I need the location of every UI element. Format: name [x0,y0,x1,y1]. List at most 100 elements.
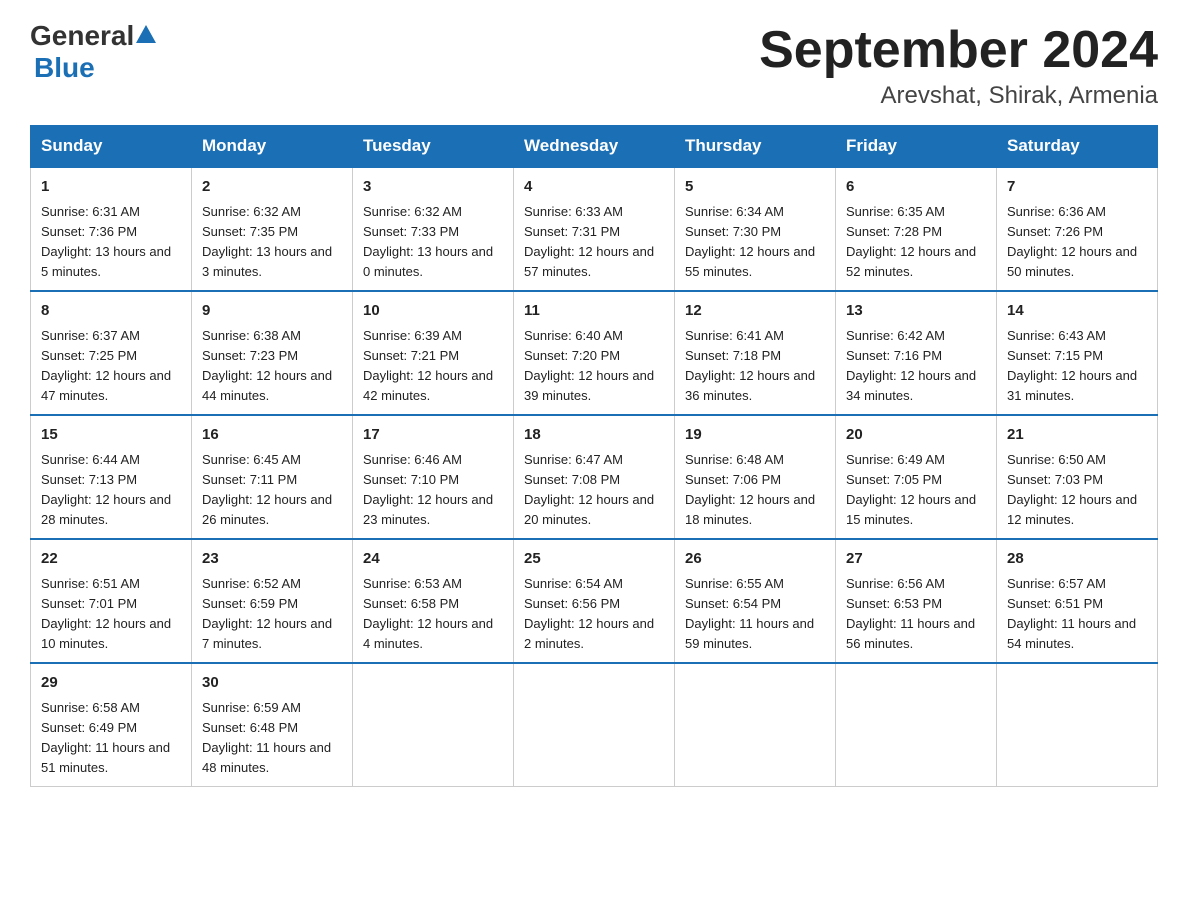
day-cell-1: 1 Sunrise: 6:31 AMSunset: 7:36 PMDayligh… [31,167,192,291]
day-info: Sunrise: 6:39 AMSunset: 7:21 PMDaylight:… [363,328,493,403]
day-cell-24: 24 Sunrise: 6:53 AMSunset: 6:58 PMDaylig… [353,539,514,663]
day-info: Sunrise: 6:57 AMSunset: 6:51 PMDaylight:… [1007,576,1136,651]
day-number: 12 [685,300,825,323]
day-number: 7 [1007,176,1147,199]
weekday-header-row: Sunday Monday Tuesday Wednesday Thursday… [31,126,1158,168]
day-info: Sunrise: 6:44 AMSunset: 7:13 PMDaylight:… [41,452,171,527]
empty-cell-w4-d5 [836,663,997,787]
calendar-table: Sunday Monday Tuesday Wednesday Thursday… [30,125,1158,787]
day-cell-27: 27 Sunrise: 6:56 AMSunset: 6:53 PMDaylig… [836,539,997,663]
logo-general-text: General [30,20,134,52]
day-info: Sunrise: 6:42 AMSunset: 7:16 PMDaylight:… [846,328,976,403]
day-cell-6: 6 Sunrise: 6:35 AMSunset: 7:28 PMDayligh… [836,167,997,291]
day-cell-18: 18 Sunrise: 6:47 AMSunset: 7:08 PMDaylig… [514,415,675,539]
day-info: Sunrise: 6:51 AMSunset: 7:01 PMDaylight:… [41,576,171,651]
day-info: Sunrise: 6:55 AMSunset: 6:54 PMDaylight:… [685,576,814,651]
day-number: 23 [202,548,342,571]
day-number: 25 [524,548,664,571]
header-friday: Friday [836,126,997,168]
day-info: Sunrise: 6:53 AMSunset: 6:58 PMDaylight:… [363,576,493,651]
day-number: 29 [41,672,181,695]
page-title-block: September 2024 Arevshat, Shirak, Armenia [759,20,1158,110]
day-number: 28 [1007,548,1147,571]
day-info: Sunrise: 6:59 AMSunset: 6:48 PMDaylight:… [202,700,331,775]
week-row-3: 15 Sunrise: 6:44 AMSunset: 7:13 PMDaylig… [31,415,1158,539]
day-number: 24 [363,548,503,571]
day-number: 21 [1007,424,1147,447]
day-info: Sunrise: 6:43 AMSunset: 7:15 PMDaylight:… [1007,328,1137,403]
day-number: 4 [524,176,664,199]
day-cell-26: 26 Sunrise: 6:55 AMSunset: 6:54 PMDaylig… [675,539,836,663]
location-subtitle: Arevshat, Shirak, Armenia [759,82,1158,110]
day-info: Sunrise: 6:56 AMSunset: 6:53 PMDaylight:… [846,576,975,651]
day-info: Sunrise: 6:37 AMSunset: 7:25 PMDaylight:… [41,328,171,403]
day-cell-10: 10 Sunrise: 6:39 AMSunset: 7:21 PMDaylig… [353,291,514,415]
day-number: 16 [202,424,342,447]
day-cell-5: 5 Sunrise: 6:34 AMSunset: 7:30 PMDayligh… [675,167,836,291]
day-cell-23: 23 Sunrise: 6:52 AMSunset: 6:59 PMDaylig… [192,539,353,663]
day-info: Sunrise: 6:34 AMSunset: 7:30 PMDaylight:… [685,204,815,279]
header-wednesday: Wednesday [514,126,675,168]
day-info: Sunrise: 6:41 AMSunset: 7:18 PMDaylight:… [685,328,815,403]
day-cell-8: 8 Sunrise: 6:37 AMSunset: 7:25 PMDayligh… [31,291,192,415]
day-number: 8 [41,300,181,323]
header-tuesday: Tuesday [353,126,514,168]
day-cell-14: 14 Sunrise: 6:43 AMSunset: 7:15 PMDaylig… [997,291,1158,415]
day-info: Sunrise: 6:32 AMSunset: 7:35 PMDaylight:… [202,204,332,279]
day-cell-13: 13 Sunrise: 6:42 AMSunset: 7:16 PMDaylig… [836,291,997,415]
month-year-title: September 2024 [759,20,1158,80]
day-number: 22 [41,548,181,571]
day-info: Sunrise: 6:45 AMSunset: 7:11 PMDaylight:… [202,452,332,527]
day-number: 9 [202,300,342,323]
day-cell-7: 7 Sunrise: 6:36 AMSunset: 7:26 PMDayligh… [997,167,1158,291]
day-info: Sunrise: 6:52 AMSunset: 6:59 PMDaylight:… [202,576,332,651]
day-cell-19: 19 Sunrise: 6:48 AMSunset: 7:06 PMDaylig… [675,415,836,539]
day-info: Sunrise: 6:47 AMSunset: 7:08 PMDaylight:… [524,452,654,527]
empty-cell-w4-d4 [675,663,836,787]
day-number: 18 [524,424,664,447]
day-number: 17 [363,424,503,447]
day-number: 14 [1007,300,1147,323]
empty-cell-w4-d3 [514,663,675,787]
day-number: 20 [846,424,986,447]
header-sunday: Sunday [31,126,192,168]
day-number: 6 [846,176,986,199]
day-info: Sunrise: 6:38 AMSunset: 7:23 PMDaylight:… [202,328,332,403]
header-monday: Monday [192,126,353,168]
day-number: 5 [685,176,825,199]
week-row-4: 22 Sunrise: 6:51 AMSunset: 7:01 PMDaylig… [31,539,1158,663]
day-cell-15: 15 Sunrise: 6:44 AMSunset: 7:13 PMDaylig… [31,415,192,539]
day-info: Sunrise: 6:46 AMSunset: 7:10 PMDaylight:… [363,452,493,527]
day-cell-12: 12 Sunrise: 6:41 AMSunset: 7:18 PMDaylig… [675,291,836,415]
logo-blue-text: Blue [34,52,95,84]
day-number: 19 [685,424,825,447]
day-info: Sunrise: 6:49 AMSunset: 7:05 PMDaylight:… [846,452,976,527]
day-cell-11: 11 Sunrise: 6:40 AMSunset: 7:20 PMDaylig… [514,291,675,415]
day-cell-22: 22 Sunrise: 6:51 AMSunset: 7:01 PMDaylig… [31,539,192,663]
day-info: Sunrise: 6:50 AMSunset: 7:03 PMDaylight:… [1007,452,1137,527]
page-header: General Blue September 2024 Arevshat, Sh… [30,20,1158,110]
day-info: Sunrise: 6:40 AMSunset: 7:20 PMDaylight:… [524,328,654,403]
day-cell-30: 30 Sunrise: 6:59 AMSunset: 6:48 PMDaylig… [192,663,353,787]
day-cell-20: 20 Sunrise: 6:49 AMSunset: 7:05 PMDaylig… [836,415,997,539]
day-info: Sunrise: 6:58 AMSunset: 6:49 PMDaylight:… [41,700,170,775]
day-number: 26 [685,548,825,571]
day-number: 11 [524,300,664,323]
day-cell-29: 29 Sunrise: 6:58 AMSunset: 6:49 PMDaylig… [31,663,192,787]
day-number: 27 [846,548,986,571]
day-info: Sunrise: 6:35 AMSunset: 7:28 PMDaylight:… [846,204,976,279]
day-info: Sunrise: 6:48 AMSunset: 7:06 PMDaylight:… [685,452,815,527]
week-row-1: 1 Sunrise: 6:31 AMSunset: 7:36 PMDayligh… [31,167,1158,291]
day-info: Sunrise: 6:36 AMSunset: 7:26 PMDaylight:… [1007,204,1137,279]
day-cell-17: 17 Sunrise: 6:46 AMSunset: 7:10 PMDaylig… [353,415,514,539]
day-number: 10 [363,300,503,323]
day-number: 13 [846,300,986,323]
empty-cell-w4-d2 [353,663,514,787]
day-info: Sunrise: 6:54 AMSunset: 6:56 PMDaylight:… [524,576,654,651]
day-number: 1 [41,176,181,199]
day-number: 15 [41,424,181,447]
day-cell-21: 21 Sunrise: 6:50 AMSunset: 7:03 PMDaylig… [997,415,1158,539]
logo-triangle-icon [135,23,157,45]
week-row-5: 29 Sunrise: 6:58 AMSunset: 6:49 PMDaylig… [31,663,1158,787]
day-info: Sunrise: 6:33 AMSunset: 7:31 PMDaylight:… [524,204,654,279]
